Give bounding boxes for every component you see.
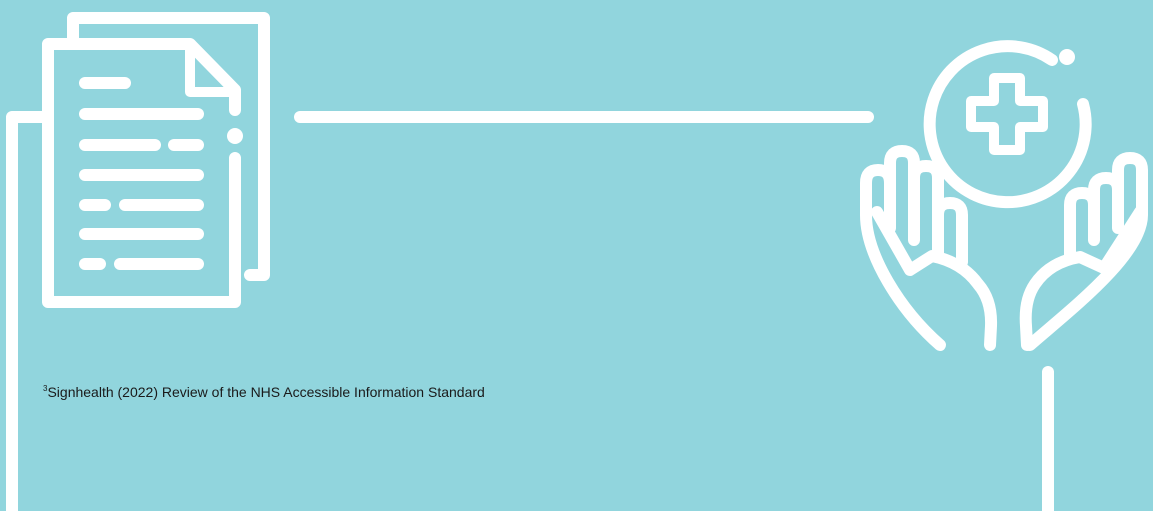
document-icon: [42, 12, 270, 308]
left-border-line: [6, 111, 50, 511]
healthcare-hands-icon: [860, 40, 1148, 511]
footnote-text: Signhealth (2022) Review of the NHS Acce…: [47, 384, 485, 400]
footnote-citation: 3Signhealth (2022) Review of the NHS Acc…: [43, 384, 485, 400]
decorative-artwork: [6, 12, 1148, 511]
